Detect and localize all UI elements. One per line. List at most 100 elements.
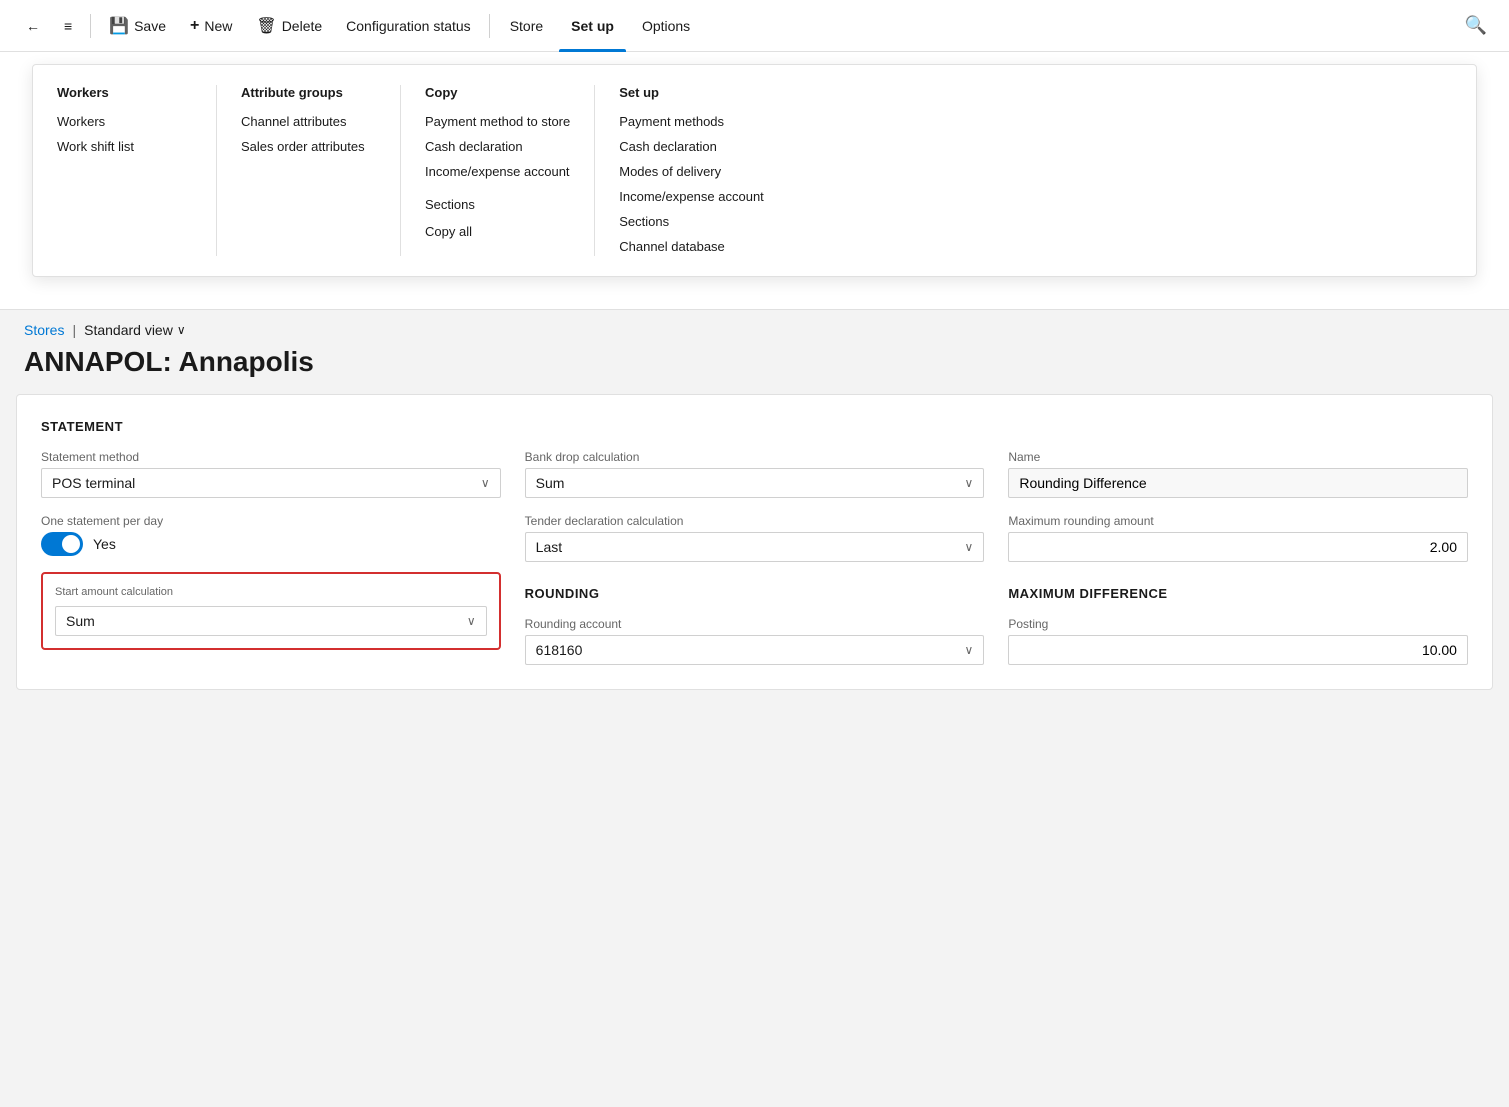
search-icon: 🔍 [1465,15,1487,35]
one-per-day-field: One statement per day Yes [41,514,501,556]
rounding-account-value: 618160 [536,642,583,658]
config-status-label: Configuration status [346,18,471,34]
save-icon: 💾 [109,16,129,36]
max-rounding-label: Maximum rounding amount [1008,514,1468,528]
menu-item-payment-methods[interactable]: Payment methods [619,112,795,131]
rounding-account-label: Rounding account [525,617,985,631]
menu-item-channel-database[interactable]: Channel database [619,237,795,256]
menu-item-payment-method-to-store[interactable]: Payment method to store [425,112,570,131]
menu-item-income-expense-setup[interactable]: Income/expense account [619,187,795,206]
statement-method-field: Statement method POS terminal ∨ [41,450,501,498]
back-button[interactable]: ← [16,12,50,40]
menu-group-setup-title: Set up [619,85,795,100]
form-grid: Statement method POS terminal ∨ One stat… [41,450,1468,665]
one-per-day-toggle[interactable] [41,532,83,556]
menu-group-workers: Workers Workers Work shift list [57,85,217,256]
start-amount-select[interactable]: Sum ∨ [55,606,487,636]
start-amount-label: Start amount calculation [55,586,487,598]
one-per-day-toggle-row: Yes [41,532,501,556]
form-col-1: Statement method POS terminal ∨ One stat… [41,450,501,650]
dropdown-menu: Workers Workers Work shift list Attribut… [32,64,1477,277]
tab-store-label: Store [510,18,543,34]
setup-dropdown-panel: Workers Workers Work shift list Attribut… [0,52,1509,310]
start-amount-field: Start amount calculation Sum ∨ [55,586,487,636]
name-label: Name [1008,450,1468,464]
start-amount-value: Sum [66,613,95,629]
max-rounding-input[interactable] [1008,532,1468,562]
back-icon: ← [26,18,40,34]
menu-item-sections-setup[interactable]: Sections [619,212,795,231]
menu-item-channel-attributes[interactable]: Channel attributes [241,112,376,131]
bank-drop-label: Bank drop calculation [525,450,985,464]
posting-input[interactable] [1008,635,1468,665]
tab-options-label: Options [642,18,690,34]
tab-setup[interactable]: Set up [559,0,626,52]
form-col-2: Bank drop calculation Sum ∨ Tender decla… [525,450,985,665]
menu-item-cash-declaration-copy[interactable]: Cash declaration [425,137,570,156]
menu-item-work-shift-list[interactable]: Work shift list [57,137,192,156]
bank-drop-select[interactable]: Sum ∨ [525,468,985,498]
rounding-account-select[interactable]: 618160 ∨ [525,635,985,665]
config-status-button[interactable]: Configuration status [336,12,481,40]
statement-section-title: STATEMENT [41,419,1468,434]
toggle-yes-label: Yes [93,536,116,552]
content-card: STATEMENT Statement method POS terminal … [16,394,1493,690]
save-label: Save [134,18,166,34]
menu-group-copy: Copy Payment method to store Cash declar… [425,85,595,256]
tab-store[interactable]: Store [498,0,555,52]
name-input[interactable] [1008,468,1468,498]
chevron-down-icon: ∨ [965,476,974,490]
menu-group-workers-title: Workers [57,85,192,100]
statement-method-select[interactable]: POS terminal ∨ [41,468,501,498]
search-button[interactable]: 🔍 [1459,9,1493,42]
statement-method-label: Statement method [41,450,501,464]
rounding-subsection: ROUNDING Rounding account 618160 ∨ [525,586,985,665]
menu-item-workers[interactable]: Workers [57,112,192,131]
tender-calc-field: Tender declaration calculation Last ∨ [525,514,985,562]
menu-item-cash-declaration-setup[interactable]: Cash declaration [619,137,795,156]
posting-label: Posting [1008,617,1468,631]
menu-group-attribute-groups: Attribute groups Channel attributes Sale… [241,85,401,256]
delete-button[interactable]: 🗑 Delete [246,10,332,42]
menu-item-modes-of-delivery[interactable]: Modes of delivery [619,162,795,181]
separator-1 [90,14,91,38]
posting-field: Posting [1008,617,1468,665]
chevron-down-icon: ∨ [965,540,974,554]
tender-calc-label: Tender declaration calculation [525,514,985,528]
breadcrumb-stores-link[interactable]: Stores [24,322,64,338]
copy-right-col: Sections Copy all [425,195,570,241]
new-label: New [204,18,232,34]
breadcrumb-view-selector[interactable]: Standard view ∨ [84,322,186,338]
menu-item-copy-all[interactable]: Copy all [425,222,570,241]
save-button[interactable]: 💾 Save [99,10,176,42]
bank-drop-value: Sum [536,475,565,491]
new-icon: + [190,17,199,35]
menu-item-sections-copy[interactable]: Sections [425,195,570,214]
start-amount-highlight-box: Start amount calculation Sum ∨ [41,572,501,650]
one-per-day-label: One statement per day [41,514,501,528]
menu-icon: ≡ [64,18,72,34]
tab-options[interactable]: Options [630,0,702,52]
main-toolbar: ← ≡ 💾 Save + New 🗑 Delete Configuration … [0,0,1509,52]
max-diff-title: MAXIMUM DIFFERENCE [1008,586,1468,601]
form-col-3: Name Maximum rounding amount MAXIMUM DIF… [1008,450,1468,665]
chevron-down-icon: ∨ [481,476,490,490]
breadcrumb: Stores | Standard view ∨ [0,310,1509,342]
menu-item-sales-order-attributes[interactable]: Sales order attributes [241,137,376,156]
tender-calc-value: Last [536,539,562,555]
tab-setup-label: Set up [571,18,614,34]
delete-label: Delete [282,18,322,34]
bank-drop-field: Bank drop calculation Sum ∨ [525,450,985,498]
breadcrumb-separator: | [72,322,76,338]
delete-icon: 🗑 [256,16,276,36]
menu-item-income-expense-copy[interactable]: Income/expense account [425,162,570,181]
statement-method-value: POS terminal [52,475,135,491]
new-button[interactable]: + New [180,11,242,41]
menu-button[interactable]: ≡ [54,12,82,40]
rounding-title: ROUNDING [525,586,985,601]
tender-calc-select[interactable]: Last ∨ [525,532,985,562]
menu-group-setup: Set up Payment methods Cash declaration … [619,85,819,256]
chevron-down-icon: ∨ [467,614,476,628]
menu-group-copy-title: Copy [425,85,570,100]
max-rounding-field: Maximum rounding amount [1008,514,1468,562]
